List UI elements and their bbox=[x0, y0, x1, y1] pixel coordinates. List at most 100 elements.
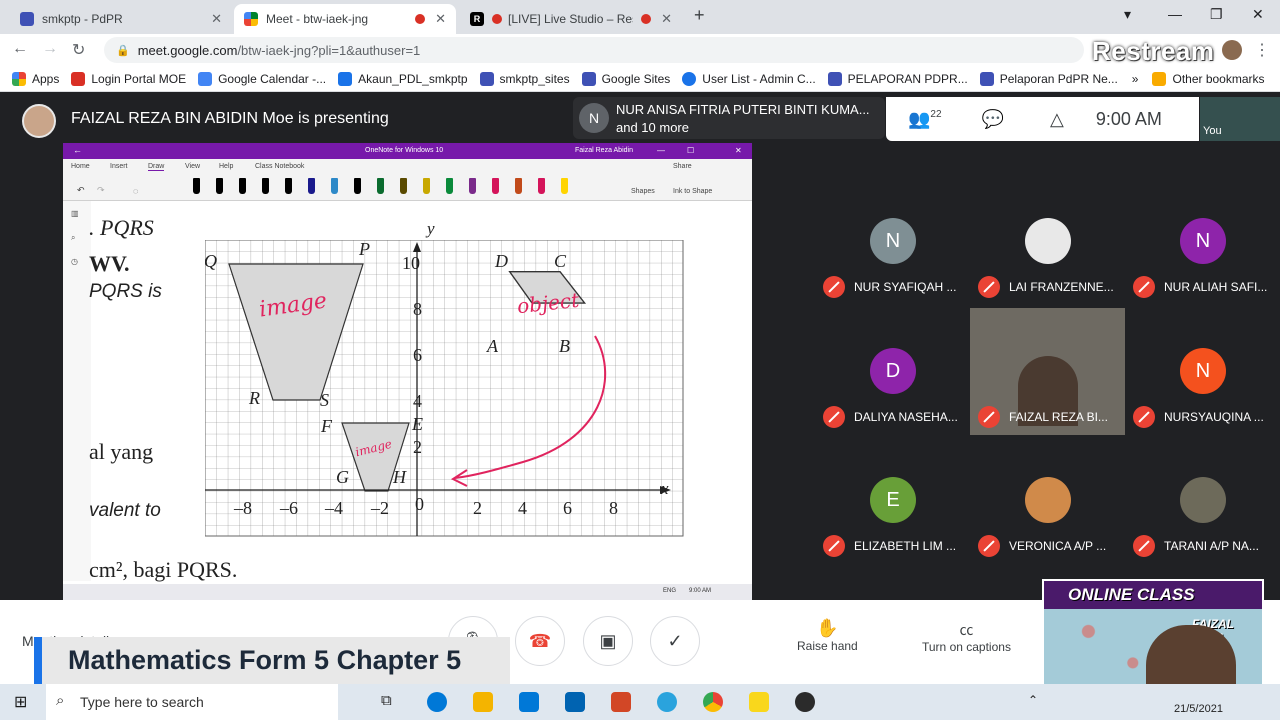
active-speaker-box[interactable]: N NUR ANISA FITRIA PUTERI BINTI KUMA... … bbox=[573, 97, 885, 139]
browser-toolbar: ← → ↻ 🔒 meet.google.com /btw-iaek-jng?pl… bbox=[0, 34, 1280, 66]
pen-tool-icon[interactable] bbox=[561, 178, 568, 194]
participant-tile[interactable]: VERONICA A/P ... bbox=[970, 437, 1125, 564]
vertex-label-a: A bbox=[487, 336, 498, 356]
tab-meet[interactable]: Meet - btw-iaek-jng ✕ bbox=[234, 4, 456, 34]
participant-tile[interactable]: LAI FRANZENNE... bbox=[970, 178, 1125, 305]
back-icon[interactable]: ← bbox=[12, 40, 28, 58]
bookmark-smkptp-sites[interactable]: smkptp_sites bbox=[479, 71, 570, 86]
telegram-icon[interactable] bbox=[657, 692, 677, 712]
participant-tile[interactable]: N NURSYAUQINA ... bbox=[1125, 308, 1280, 435]
menu-kebab-icon[interactable]: ⋮ bbox=[1254, 40, 1270, 60]
pen-tool-icon[interactable] bbox=[216, 178, 223, 194]
app-icon[interactable] bbox=[611, 692, 631, 712]
chat-icon[interactable]: 💬 bbox=[982, 109, 1004, 130]
reload-icon[interactable]: ↻ bbox=[72, 40, 85, 60]
leave-call-button[interactable]: ☎ bbox=[515, 616, 565, 666]
participant-name-label: FAIZAL REZA BI... bbox=[1009, 410, 1108, 424]
shared-screen-onenote: ← OneNote for Windows 10 Faizal Reza Abi… bbox=[63, 143, 752, 600]
captions-button[interactable]: ㏄ Turn on captions bbox=[922, 620, 1011, 654]
bookmark-label: smkptp_sites bbox=[499, 71, 570, 86]
participant-tile[interactable]: D DALIYA NASEHA... bbox=[815, 308, 970, 435]
windows-search-box[interactable]: ⌕ Type here to search bbox=[46, 684, 338, 720]
participant-tile[interactable]: N NUR SYAFIQAH ... bbox=[815, 178, 970, 305]
book-text-line: cm², bagi PQRS. bbox=[89, 557, 238, 582]
bookmark-login-portal[interactable]: Login Portal MOE bbox=[71, 71, 186, 86]
tab-search-icon[interactable]: ▾ bbox=[1124, 6, 1131, 23]
x-tick: –2 bbox=[371, 498, 389, 518]
maximize-icon[interactable]: ❐ bbox=[1210, 6, 1223, 23]
pen-tool-icon[interactable] bbox=[239, 178, 246, 194]
bookmark-user-list[interactable]: User List - Admin C... bbox=[682, 71, 816, 86]
pen-tool-icon[interactable] bbox=[538, 178, 545, 194]
pen-tool-icon[interactable] bbox=[193, 178, 200, 194]
raise-hand-button[interactable]: ✋ Raise hand bbox=[797, 618, 858, 653]
sticky-notes-icon[interactable] bbox=[749, 692, 769, 712]
tab-smkptp[interactable]: smkptp - PdPR ✕ bbox=[10, 4, 232, 34]
other-bookmarks[interactable]: Other bookmarks bbox=[1152, 71, 1265, 86]
profile-avatar[interactable] bbox=[1222, 40, 1242, 60]
pen-tool-icon[interactable] bbox=[469, 178, 476, 194]
vertex-label-c: C bbox=[554, 251, 567, 271]
file-explorer-icon[interactable] bbox=[473, 692, 493, 712]
close-window-icon[interactable]: ✕ bbox=[1252, 6, 1264, 23]
pen-tool-icon[interactable] bbox=[515, 178, 522, 194]
pen-tool-icon[interactable] bbox=[423, 178, 430, 194]
store-icon[interactable] bbox=[565, 692, 585, 712]
participant-tile[interactable]: FAIZAL REZA BI... bbox=[970, 308, 1125, 435]
windows-start-icon[interactable]: ⊞ bbox=[14, 692, 27, 712]
close-tab-icon[interactable]: ✕ bbox=[661, 11, 672, 27]
activities-icon[interactable]: △ bbox=[1050, 109, 1064, 130]
mail-icon[interactable] bbox=[519, 692, 539, 712]
pen-tool-icon[interactable] bbox=[446, 178, 453, 194]
mic-off-icon bbox=[1133, 406, 1155, 428]
people-icon[interactable]: 👥22 bbox=[908, 109, 942, 130]
bookmark-pelaporan-pdpr[interactable]: PELAPORAN PDPR... bbox=[827, 71, 968, 86]
notebook-icon[interactable]: ▥ bbox=[71, 209, 79, 218]
bookmark-google-calendar[interactable]: Google Calendar -... bbox=[198, 71, 326, 86]
pen-tool-icon[interactable] bbox=[377, 178, 384, 194]
new-tab-button[interactable]: + bbox=[694, 5, 705, 26]
pen-tool-icon[interactable] bbox=[285, 178, 292, 194]
bookmark-apps[interactable]: Apps bbox=[12, 71, 59, 86]
pen-tool-icon[interactable] bbox=[331, 178, 338, 194]
vertex-label-b: B bbox=[559, 336, 570, 356]
tab-title: Meet - btw-iaek-jng bbox=[266, 12, 369, 26]
tab-restream[interactable]: R [LIVE] Live Studio – Restr ✕ bbox=[460, 4, 682, 34]
forward-icon[interactable]: → bbox=[42, 40, 58, 58]
admin-icon bbox=[682, 71, 697, 86]
pen-tool-icon[interactable] bbox=[354, 178, 361, 194]
pen-tool-icon[interactable] bbox=[400, 178, 407, 194]
search-icon: ⌕ bbox=[56, 692, 65, 709]
participant-name: DALIYA NASEHA... bbox=[823, 406, 958, 428]
y-tick: 10 bbox=[402, 253, 420, 273]
hand-icon: ✋ bbox=[816, 618, 839, 638]
participant-tile[interactable]: E ELIZABETH LIM ... bbox=[815, 437, 970, 564]
participant-tile[interactable]: N NUR ALIAH SAFI... bbox=[1125, 178, 1280, 305]
camera-button[interactable]: ▣ bbox=[583, 616, 633, 666]
pen-tool-icon[interactable] bbox=[308, 178, 315, 194]
apps-grid-icon bbox=[12, 71, 26, 86]
chrome-icon[interactable] bbox=[703, 692, 723, 712]
close-tab-icon[interactable]: ✕ bbox=[211, 11, 222, 27]
participant-avatar: N bbox=[1180, 218, 1226, 264]
participant-tile[interactable]: TARANI A/P NA... bbox=[1125, 437, 1280, 564]
search-icon[interactable]: ⌕ bbox=[71, 233, 75, 243]
pen-tool-icon[interactable] bbox=[492, 178, 499, 194]
speaker-avatar: N bbox=[579, 103, 609, 133]
mic-off-icon bbox=[1133, 535, 1155, 557]
task-view-icon[interactable]: ⧉ bbox=[381, 692, 392, 709]
obs-icon[interactable] bbox=[795, 692, 815, 712]
pen-tool-icon[interactable] bbox=[262, 178, 269, 194]
cc-icon: ㏄ bbox=[959, 622, 974, 638]
bookmark-google-sites[interactable]: Google Sites bbox=[581, 71, 670, 86]
bookmark-akaun-pdl[interactable]: Akaun_PDL_smkptp bbox=[338, 71, 468, 86]
minimize-icon[interactable]: — bbox=[1168, 6, 1182, 22]
address-bar[interactable]: 🔒 meet.google.com /btw-iaek-jng?pli=1&au… bbox=[104, 37, 1084, 63]
present-button[interactable]: ✓ bbox=[650, 616, 700, 666]
recent-icon[interactable]: ◷ bbox=[71, 257, 78, 266]
close-tab-icon[interactable]: ✕ bbox=[435, 11, 446, 27]
edge-icon[interactable] bbox=[427, 692, 447, 712]
bookmarks-overflow-icon[interactable]: » bbox=[1132, 72, 1139, 86]
bookmark-pelaporan-pdpr-ne[interactable]: Pelaporan PdPR Ne... bbox=[979, 71, 1118, 86]
show-hidden-icons[interactable]: ⌃ bbox=[1028, 693, 1038, 707]
